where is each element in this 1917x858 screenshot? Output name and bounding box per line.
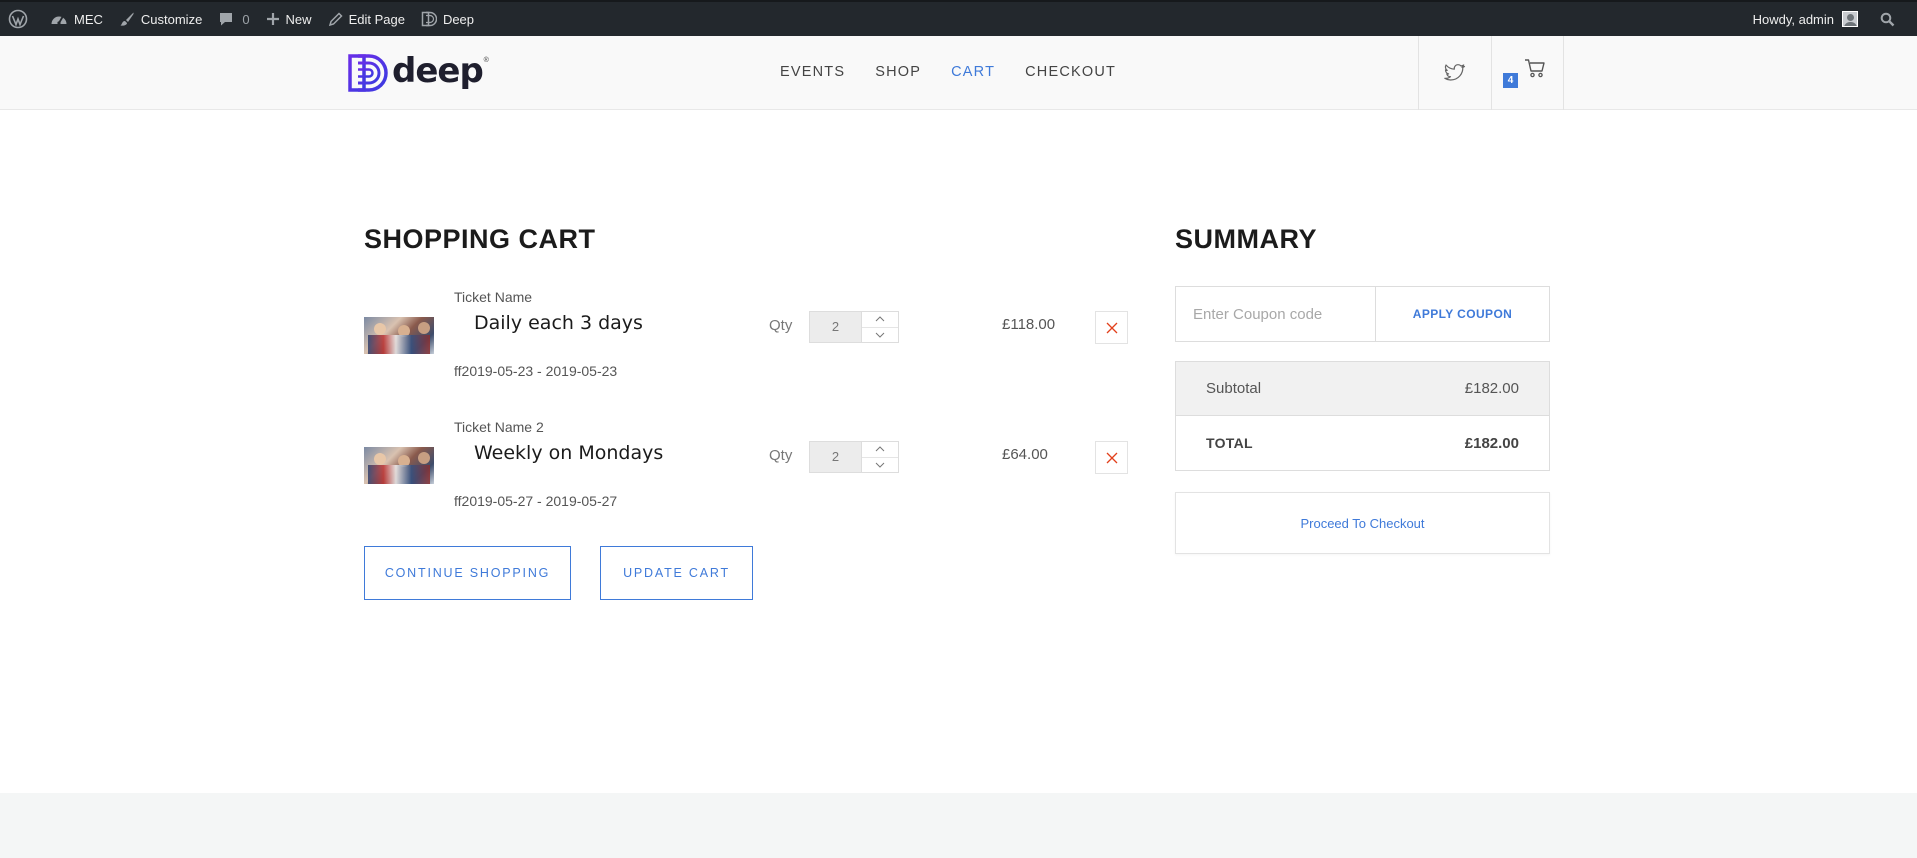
site-header: deep ® EVENTS SHOP CART CHECKOUT 4 — [0, 36, 1917, 110]
dashboard-icon — [51, 16, 67, 25]
site-name-label: MEC — [74, 11, 103, 27]
continue-shopping-button[interactable]: CONTINUE SHOPPING — [364, 546, 571, 600]
chevron-down-icon — [875, 462, 885, 468]
avatar — [1842, 11, 1858, 27]
wordpress-logo-button[interactable] — [0, 2, 42, 36]
site-name-menu[interactable]: MEC — [42, 2, 111, 36]
ticket-label: Ticket Name 2 — [454, 419, 544, 435]
ticket-label: Ticket Name — [454, 289, 533, 305]
comments-count: 0 — [242, 11, 250, 27]
close-icon — [1106, 322, 1117, 333]
comments-link[interactable]: 0 — [210, 2, 257, 36]
ticket-thumbnail[interactable] — [364, 317, 434, 354]
logo-registered-mark: ® — [483, 57, 489, 64]
update-cart-button[interactable]: UPDATE CART — [600, 546, 753, 600]
twitter-link[interactable] — [1418, 36, 1491, 110]
deep-logo-icon — [348, 54, 388, 92]
quantity-spinner — [862, 312, 898, 342]
customize-label: Customize — [140, 11, 203, 27]
new-content-menu[interactable]: New — [258, 2, 320, 36]
quantity-increase-button[interactable] — [862, 312, 898, 328]
remove-item-button[interactable] — [1095, 441, 1128, 474]
page: MEC Customize 0 New Edit Page Deep Howdy… — [0, 0, 1917, 858]
new-label: New — [285, 11, 312, 27]
theme-label: Deep — [442, 11, 475, 27]
remove-item-button[interactable] — [1095, 311, 1128, 344]
chevron-up-icon — [875, 446, 885, 452]
cart-count-badge: 4 — [1503, 73, 1518, 88]
quantity-stepper: 2 — [809, 441, 899, 473]
shopping-cart-icon — [1524, 59, 1545, 78]
nav-item-events[interactable]: EVENTS — [780, 64, 845, 80]
subtotal-label: Subtotal — [1206, 380, 1262, 397]
header-cart-button[interactable]: 4 — [1491, 36, 1564, 110]
admin-search-button[interactable] — [1866, 2, 1917, 36]
quantity-stepper: 2 — [809, 311, 899, 343]
qty-label: Qty — [769, 447, 793, 464]
my-account-menu[interactable]: Howdy, admin — [1745, 2, 1866, 36]
comment-bubble-icon — [220, 13, 233, 26]
theme-menu[interactable]: Deep — [413, 2, 482, 36]
total-label: TOTAL — [1206, 435, 1253, 451]
total-value: £182.00 — [1464, 434, 1519, 452]
quantity-spinner — [862, 442, 898, 472]
subtotal-row: Subtotal £182.00 — [1176, 362, 1549, 416]
quantity-decrease-button[interactable] — [862, 328, 898, 343]
summary-title: SUMMARY — [1175, 224, 1317, 254]
cart-item: Ticket Name Daily each 3 days ff2019-05-… — [364, 287, 1129, 397]
customize-link[interactable]: Customize — [111, 2, 210, 36]
nav-item-shop[interactable]: SHOP — [875, 64, 921, 80]
main-navigation: EVENTS SHOP CART CHECKOUT — [780, 36, 1146, 108]
paintbrush-icon — [120, 12, 134, 26]
twitter-icon — [1444, 64, 1466, 81]
coupon-code-input[interactable] — [1176, 287, 1376, 341]
proceed-to-checkout-button[interactable]: Proceed To Checkout — [1175, 492, 1550, 554]
ticket-name[interactable]: Daily each 3 days — [474, 312, 643, 334]
howdy-label: Howdy, admin — [1752, 11, 1834, 27]
chevron-up-icon — [875, 316, 885, 322]
logo-text: deep — [392, 51, 484, 91]
subtotal-value: £182.00 — [1464, 380, 1519, 397]
quantity-input[interactable]: 2 — [810, 442, 862, 472]
edit-page-link[interactable]: Edit Page — [320, 2, 413, 36]
apply-coupon-button[interactable]: APPLY COUPON — [1376, 287, 1549, 341]
deep-logo-small-icon — [421, 11, 437, 27]
ticket-name[interactable]: Weekly on Mondays — [474, 442, 663, 464]
chevron-down-icon — [875, 332, 885, 338]
coupon-form: APPLY COUPON — [1175, 286, 1550, 342]
item-price: £64.00 — [1002, 446, 1048, 463]
wp-admin-bar: MEC Customize 0 New Edit Page Deep Howdy… — [0, 0, 1917, 36]
plus-icon — [266, 13, 279, 25]
pencil-icon — [328, 11, 343, 26]
cart-item: Ticket Name 2 Weekly on Mondays ff2019-0… — [364, 417, 1129, 527]
site-logo[interactable]: deep ® — [348, 51, 489, 93]
nav-item-cart[interactable]: CART — [951, 64, 995, 80]
cart-totals: Subtotal £182.00 TOTAL £182.00 — [1175, 361, 1550, 471]
quantity-input[interactable]: 2 — [810, 312, 862, 342]
ticket-date: ff2019-05-23 - 2019-05-23 — [454, 363, 618, 379]
wordpress-icon — [8, 9, 28, 29]
ticket-date: ff2019-05-27 - 2019-05-27 — [454, 493, 618, 509]
footer — [0, 793, 1917, 858]
qty-label: Qty — [769, 317, 793, 334]
close-icon — [1106, 452, 1117, 463]
quantity-increase-button[interactable] — [862, 442, 898, 458]
quantity-decrease-button[interactable] — [862, 458, 898, 473]
nav-item-checkout[interactable]: CHECKOUT — [1025, 64, 1116, 80]
header-icons: 4 — [1418, 36, 1564, 110]
ticket-thumbnail[interactable] — [364, 447, 434, 484]
admin-bar-secondary: Howdy, admin — [1745, 2, 1917, 36]
search-icon — [1880, 12, 1895, 26]
item-price: £118.00 — [1002, 316, 1056, 333]
edit-page-label: Edit Page — [348, 11, 405, 27]
total-row: TOTAL £182.00 — [1176, 416, 1549, 470]
shopping-cart-title: SHOPPING CART — [364, 224, 596, 254]
